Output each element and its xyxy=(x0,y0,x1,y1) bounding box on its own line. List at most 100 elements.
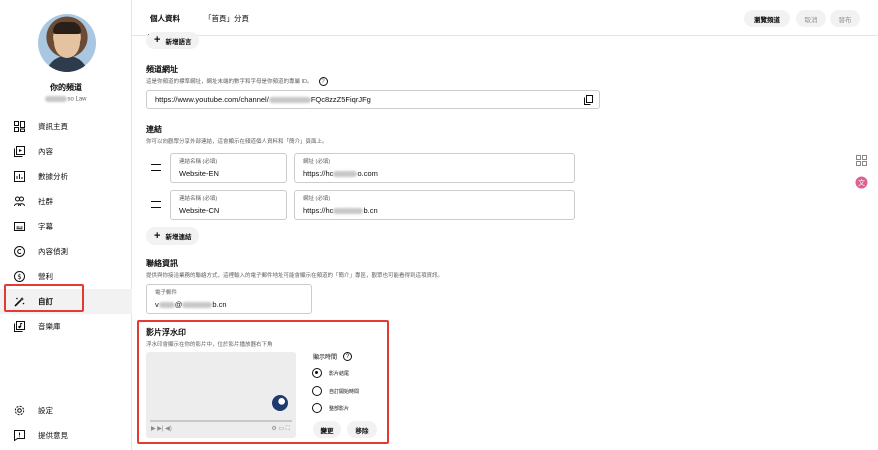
sidebar-item-label: 內容 xyxy=(38,147,53,156)
option-label: 影片結尾 xyxy=(329,370,350,377)
display-time-header: 顯示時間 ? xyxy=(313,352,353,361)
add-link-button[interactable]: + 新增連結 xyxy=(146,227,200,245)
sidebar-item-label: 社群 xyxy=(38,197,53,206)
copy-icon[interactable] xyxy=(584,95,593,105)
link-name-label: 連結名稱 (必填) xyxy=(179,159,218,165)
option-label: 自訂開始時間 xyxy=(329,388,360,395)
side-tool-translate-icon[interactable]: 文 xyxy=(853,174,869,190)
channel-avatar[interactable] xyxy=(38,14,96,72)
feedback-icon xyxy=(14,430,25,441)
link-name-field[interactable]: 連結名稱 (必填) Website-CN xyxy=(170,190,287,220)
cancel-button[interactable]: 取消 xyxy=(796,10,826,27)
link-name-value: Website-EN xyxy=(179,169,219,178)
add-link-label: 新增連結 xyxy=(165,234,192,241)
display-time-label: 顯示時間 xyxy=(313,355,338,361)
publish-button[interactable]: 發布 xyxy=(830,10,860,27)
channel-title: 你的頻道 xyxy=(50,83,82,92)
link-url-label: 網址 (必填) xyxy=(303,159,331,165)
community-icon xyxy=(14,196,25,207)
view-channel-button[interactable]: 瀏覽頻道 xyxy=(744,10,790,27)
add-language-label: 新增語言 xyxy=(165,38,192,46)
channel-url-prefix: https://www.youtube.com/channel/ xyxy=(155,95,269,104)
contact-title: 聯絡資訊 xyxy=(146,259,178,268)
sidebar-item-subtitles[interactable]: 字幕 xyxy=(0,214,132,239)
sidebar-item-label: 營利 xyxy=(38,272,53,281)
sidebar-bottom: 設定 提供意見 xyxy=(0,398,132,448)
customization-highlight-box xyxy=(4,284,84,312)
channel-url-suffix: FQc8zzZ5FiqrJFg xyxy=(310,95,371,104)
link-url-value: https://hc b.cn xyxy=(303,206,378,215)
subtitles-icon xyxy=(14,221,25,232)
link-name-value: Website-CN xyxy=(179,206,220,215)
option-label: 整部影片 xyxy=(329,405,350,412)
top-header: 個人資料 「首頁」分頁 瀏覽頻道 取消 發布 xyxy=(132,0,878,36)
link-name-field[interactable]: 連結名稱 (必填) Website-EN xyxy=(170,153,287,183)
radio-icon[interactable] xyxy=(312,386,322,396)
email-field[interactable]: 電子郵件 v @ b.cn xyxy=(146,284,312,314)
sidebar-item-label: 數據分析 xyxy=(38,172,68,181)
gear-icon xyxy=(14,405,25,416)
sidebar: 你的頻道 so Law 資訊主頁 內容 數據分析 社群 字幕 內容偵測 $ 營利… xyxy=(0,0,132,450)
link-name-label: 連結名稱 (必填) xyxy=(179,196,218,202)
sidebar-item-label: 設定 xyxy=(38,406,53,415)
link-url-value: https://hc o.com xyxy=(303,169,378,178)
analytics-icon xyxy=(14,171,25,182)
link-url-field[interactable]: 網址 (必填) https://hc o.com xyxy=(294,153,575,183)
sidebar-item-label: 字幕 xyxy=(38,222,53,231)
sidebar-item-feedback[interactable]: 提供意見 xyxy=(0,423,132,448)
watermark-preview-player: ▶ ▶| ◀) ⚙ ▭ ⛶ xyxy=(146,352,296,438)
sidebar-item-label: 提供意見 xyxy=(38,431,68,440)
player-progress-bar xyxy=(150,420,292,422)
side-tool-grid-icon[interactable] xyxy=(853,152,869,168)
sidebar-item-label: 內容偵測 xyxy=(38,247,68,256)
drag-handle-icon[interactable] xyxy=(151,164,161,171)
change-watermark-button[interactable]: 變更 xyxy=(313,421,341,438)
help-icon[interactable]: ? xyxy=(343,352,353,361)
player-controls-left: ▶ ▶| ◀) xyxy=(151,426,172,432)
remove-watermark-button[interactable]: 移除 xyxy=(347,421,377,438)
option-custom-start[interactable]: 自訂開始時間 xyxy=(312,386,359,396)
copyright-icon xyxy=(14,246,25,257)
links-title: 連結 xyxy=(146,125,162,134)
content-icon xyxy=(14,146,25,157)
sidebar-item-content[interactable]: 內容 xyxy=(0,139,132,164)
sidebar-item-label: 音樂庫 xyxy=(38,322,61,331)
option-entire-video[interactable]: 整部影片 xyxy=(312,403,349,413)
radio-selected-icon[interactable] xyxy=(312,368,322,378)
plus-icon: + xyxy=(154,229,161,242)
svg-text:文: 文 xyxy=(858,178,865,187)
player-controls-right: ⚙ ▭ ⛶ xyxy=(271,426,290,432)
sidebar-item-settings[interactable]: 設定 xyxy=(0,398,132,423)
watermark-title: 影片浮水印 xyxy=(146,328,186,337)
email-label: 電子郵件 xyxy=(155,290,178,296)
email-value: v @ b.cn xyxy=(155,300,227,309)
channel-url-desc: 這是你頻道的標準網址，網址末端的數字和字母是你頻道的專屬 ID。? xyxy=(146,77,328,87)
sidebar-item-copyright[interactable]: 內容偵測 xyxy=(0,239,132,264)
sidebar-item-analytics[interactable]: 數據分析 xyxy=(0,164,132,189)
help-icon[interactable]: ? xyxy=(318,77,328,87)
plus-icon: + xyxy=(154,34,161,46)
sidebar-item-audio-library[interactable]: 音樂庫 xyxy=(0,314,132,339)
drag-handle-icon[interactable] xyxy=(151,201,161,208)
channel-handle: so Law xyxy=(0,96,132,103)
add-language-button[interactable]: + 新增語言 xyxy=(146,32,200,49)
dashboard-icon xyxy=(14,121,25,132)
contact-desc: 提供與你接洽業務的聯絡方式，這裡輸入的電子郵件地址可能會顯示在頻道的「簡介」專區… xyxy=(146,273,444,279)
tab-home[interactable]: 「首頁」分頁 xyxy=(204,13,249,24)
audio-library-icon xyxy=(14,321,25,332)
links-desc: 你可以向觀眾分享外部連結，這會顯示在頻道個人資料和「簡介」頁面上。 xyxy=(146,139,328,145)
sidebar-item-label: 資訊主頁 xyxy=(38,122,68,131)
monetization-icon: $ xyxy=(14,271,25,282)
sidebar-item-dashboard[interactable]: 資訊主頁 xyxy=(0,114,132,139)
watermark-desc: 浮水印會顯示在你的影片中，位於影片播放器右下角 xyxy=(146,342,273,348)
tab-profile[interactable]: 個人資料 xyxy=(150,13,180,24)
option-end-of-video[interactable]: 影片結尾 xyxy=(312,368,349,378)
channel-url-title: 頻道網址 xyxy=(146,65,178,74)
watermark-logo xyxy=(272,395,288,411)
link-url-field[interactable]: 網址 (必填) https://hc b.cn xyxy=(294,190,575,220)
channel-url-field[interactable]: https://www.youtube.com/channel/ FQc8zzZ… xyxy=(146,90,600,109)
sidebar-item-community[interactable]: 社群 xyxy=(0,189,132,214)
radio-icon[interactable] xyxy=(312,403,322,413)
svg-text:$: $ xyxy=(17,273,21,281)
link-url-label: 網址 (必填) xyxy=(303,196,331,202)
